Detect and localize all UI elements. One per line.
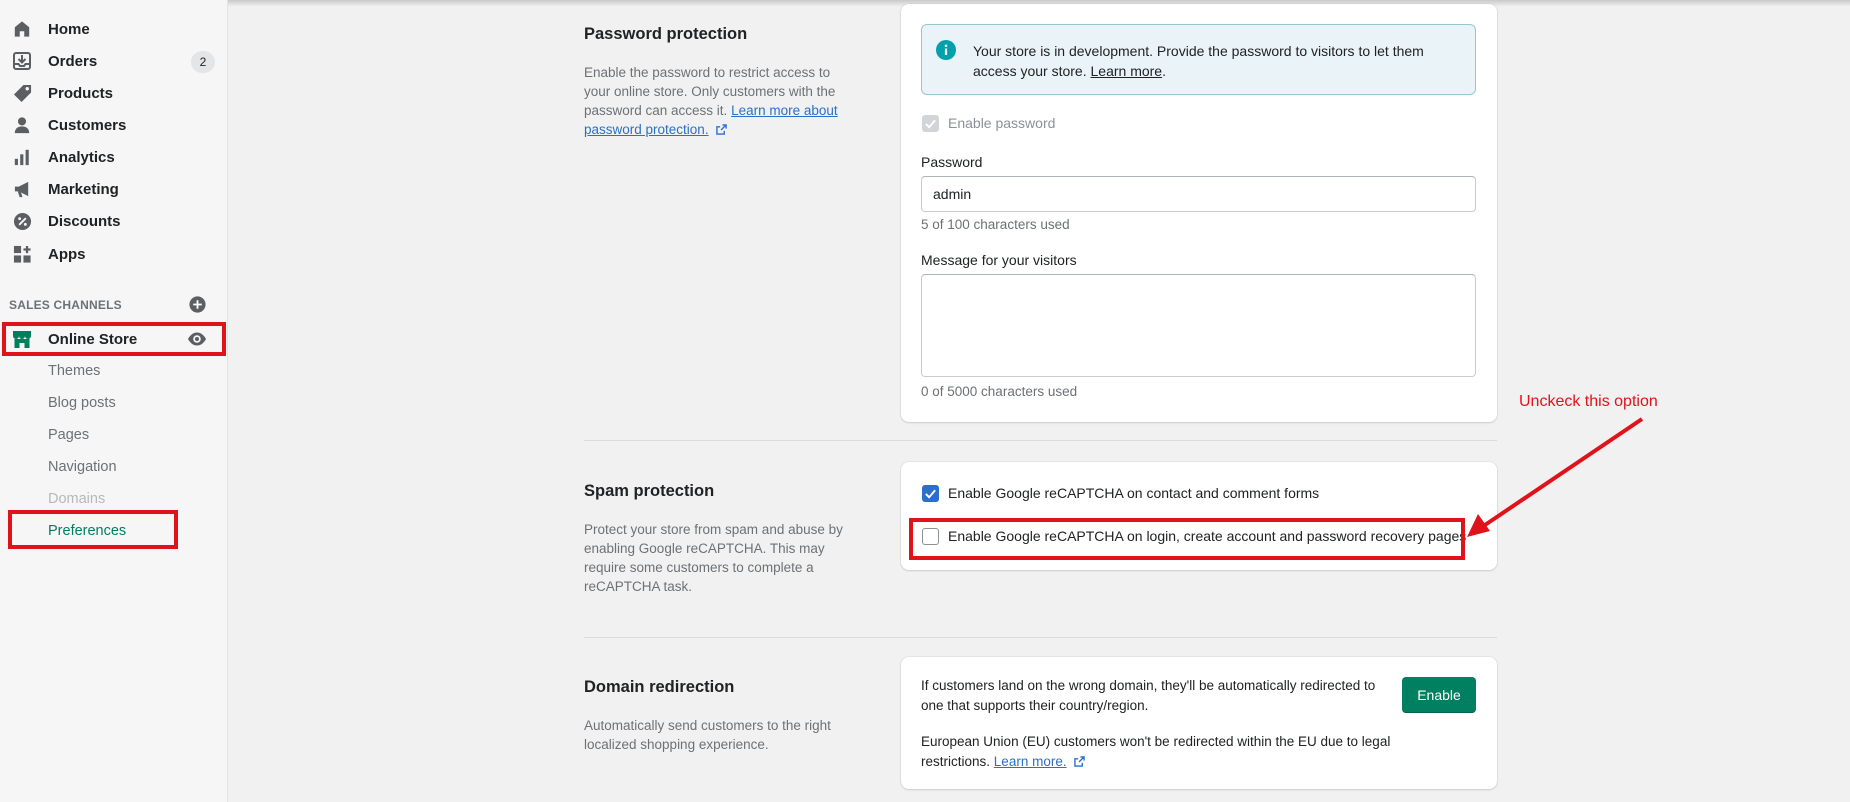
apps-icon bbox=[12, 244, 32, 264]
bar-chart-icon bbox=[12, 147, 32, 167]
tag-icon bbox=[12, 83, 32, 103]
discount-icon bbox=[12, 211, 32, 231]
domain-redirection-title: Domain redirection bbox=[584, 678, 735, 696]
enable-domain-redirection-button[interactable]: Enable bbox=[1402, 677, 1476, 713]
development-info-banner: Your store is in development. Provide th… bbox=[921, 24, 1476, 95]
person-icon bbox=[12, 115, 32, 135]
highlight-preferences bbox=[8, 510, 178, 549]
sidebar-item-label: Products bbox=[48, 84, 114, 102]
sidebar-item-label: Customers bbox=[48, 116, 127, 134]
highlight-recaptcha-option bbox=[909, 518, 1465, 560]
sidebar-item-label: Home bbox=[48, 20, 90, 38]
visitor-message-char-count: 0 of 5000 characters used bbox=[921, 384, 1078, 399]
highlight-online-store bbox=[2, 322, 226, 356]
external-link-icon bbox=[1074, 756, 1086, 767]
sidebar-item-label: Apps bbox=[48, 245, 86, 263]
password-char-count: 5 of 100 characters used bbox=[921, 217, 1070, 232]
password-label: Password bbox=[921, 154, 983, 170]
sidebar-item-label: Marketing bbox=[48, 180, 119, 198]
sidebar-subitem-blog-posts[interactable]: Blog posts bbox=[48, 395, 116, 411]
recaptcha-contact-forms-checkbox[interactable] bbox=[922, 485, 939, 502]
eu-redirection-note: European Union (EU) customers won't be r… bbox=[921, 734, 1391, 769]
orders-icon bbox=[12, 51, 32, 71]
password-field[interactable] bbox=[921, 176, 1476, 212]
spam-protection-title: Spam protection bbox=[584, 482, 715, 500]
banner-text: Your store is in development. Provide th… bbox=[973, 43, 1424, 79]
visitor-message-label: Message for your visitors bbox=[921, 252, 1077, 268]
sidebar-item-orders[interactable]: Orders 2 bbox=[0, 45, 228, 77]
sales-channels-heading: SALES CHANNELS bbox=[9, 298, 122, 312]
sidebar-subitem-domains[interactable]: Domains bbox=[48, 491, 105, 507]
sidebar-item-label: Analytics bbox=[48, 148, 115, 166]
sidebar-item-products[interactable]: Products bbox=[0, 77, 228, 109]
domain-redirection-description: Automatically send customers to the righ… bbox=[584, 718, 831, 752]
recaptcha-contact-forms-label: Enable Google reCAPTCHA on contact and c… bbox=[948, 485, 1320, 501]
info-icon bbox=[936, 40, 956, 60]
sidebar-item-apps[interactable]: Apps bbox=[0, 238, 228, 270]
password-protection-title: Password protection bbox=[584, 25, 748, 43]
annotation-label: Unckeck this option bbox=[1519, 393, 1658, 410]
sidebar-item-customers[interactable]: Customers bbox=[0, 109, 228, 141]
sidebar: Home Orders 2 Products Customers Analyti… bbox=[0, 0, 228, 802]
annotation-arrow bbox=[1467, 417, 1644, 537]
home-icon bbox=[12, 19, 32, 39]
megaphone-icon bbox=[12, 179, 32, 199]
add-channel-icon[interactable] bbox=[189, 296, 206, 313]
enable-password-checkbox[interactable] bbox=[922, 115, 939, 132]
section-divider bbox=[584, 440, 1497, 441]
banner-learn-more-link[interactable]: Learn more bbox=[1091, 63, 1163, 79]
sidebar-subitem-pages[interactable]: Pages bbox=[48, 427, 89, 443]
sidebar-item-label: Discounts bbox=[48, 212, 121, 230]
spam-protection-description: Protect your store from spam and abuse b… bbox=[584, 522, 843, 594]
password-protection-description: Enable the password to restrict access t… bbox=[584, 65, 838, 137]
sidebar-item-discounts[interactable]: Discounts bbox=[0, 205, 228, 237]
sidebar-item-analytics[interactable]: Analytics bbox=[0, 141, 228, 173]
domain-redirection-info: If customers land on the wrong domain, t… bbox=[921, 678, 1376, 713]
orders-count-badge: 2 bbox=[191, 51, 215, 73]
sidebar-item-marketing[interactable]: Marketing bbox=[0, 173, 228, 205]
sidebar-subitem-navigation[interactable]: Navigation bbox=[48, 459, 117, 475]
sidebar-subitem-themes[interactable]: Themes bbox=[48, 363, 100, 379]
section-divider bbox=[584, 637, 1497, 638]
domain-learn-more-link[interactable]: Learn more. bbox=[994, 754, 1067, 769]
external-link-icon bbox=[716, 124, 728, 135]
sidebar-item-label: Orders bbox=[48, 52, 98, 70]
sidebar-item-home[interactable]: Home bbox=[0, 13, 228, 45]
visitor-message-field[interactable] bbox=[921, 274, 1476, 377]
enable-password-label: Enable password bbox=[948, 115, 1056, 131]
